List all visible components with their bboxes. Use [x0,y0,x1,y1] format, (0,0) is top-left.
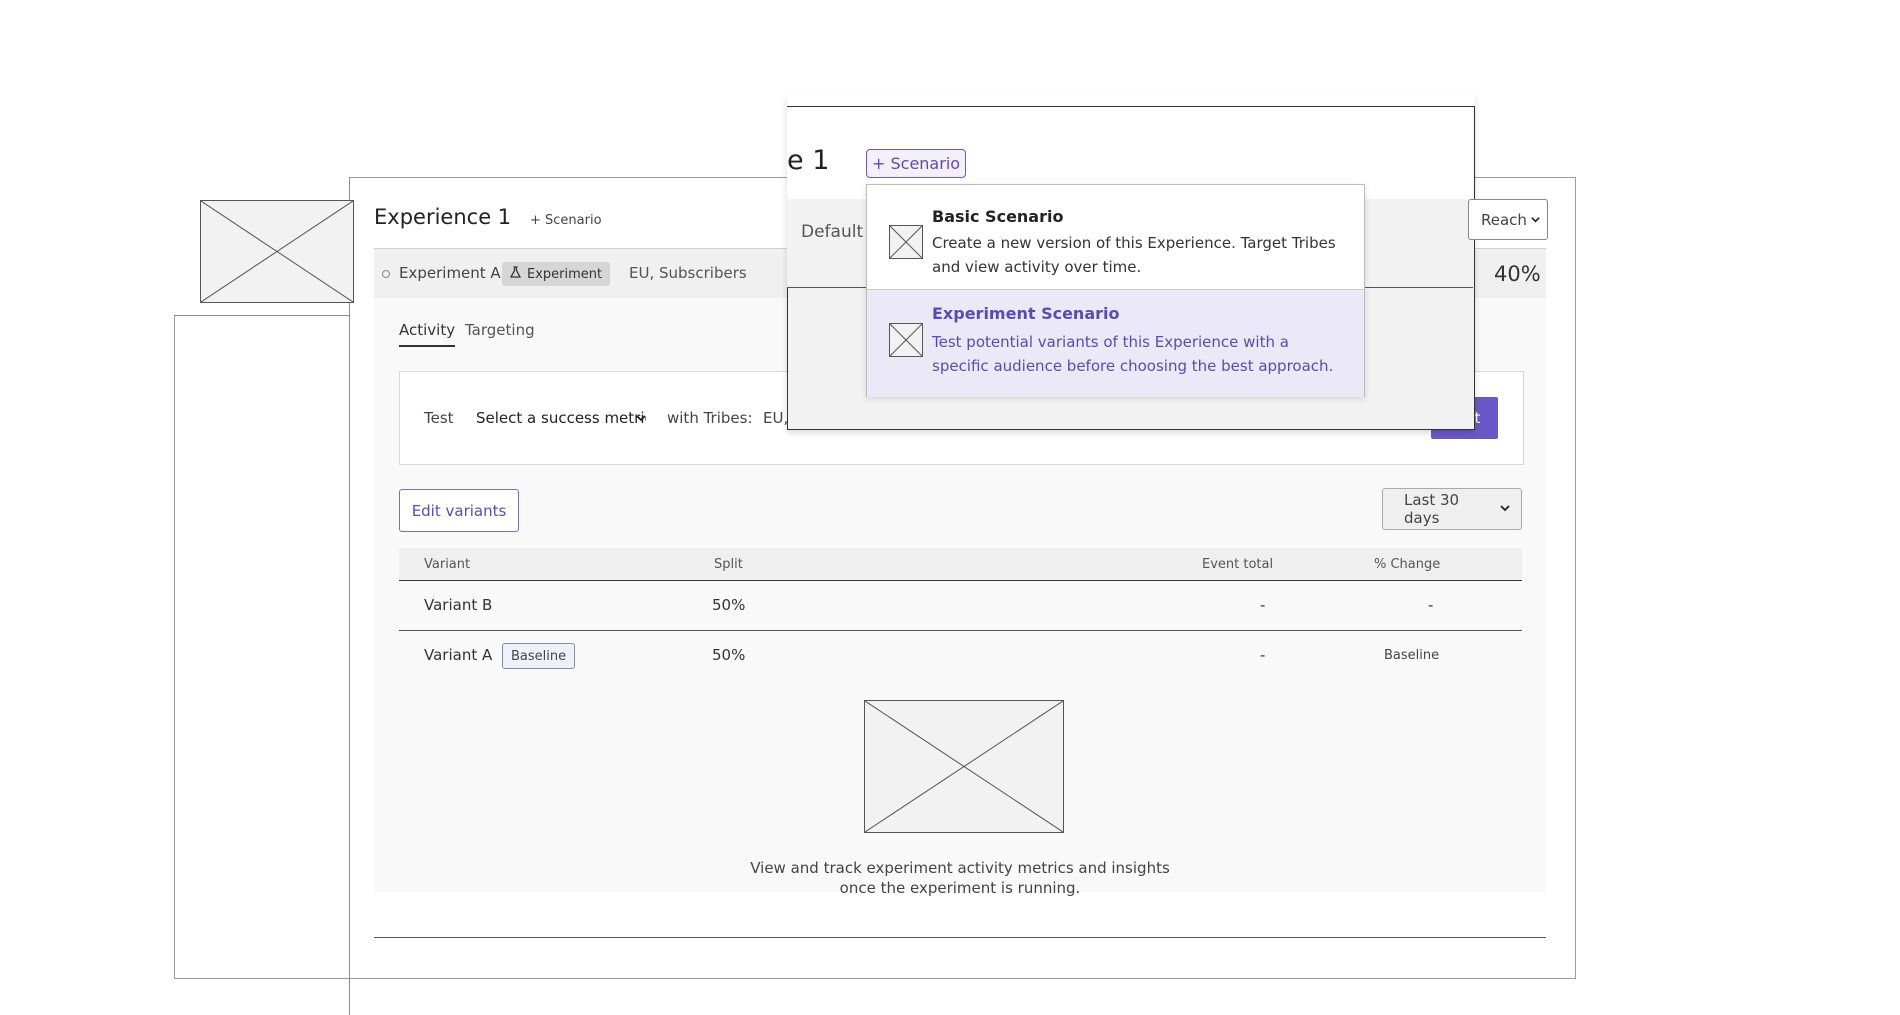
experience-thumbnail-image [200,200,354,303]
popup-experience-title: e 1 [787,145,830,176]
experiment-badge-label: Experiment [527,266,603,282]
reach-percent: 40% [1494,262,1541,286]
variant-split: 50% [712,646,746,664]
success-metric-value: Select a success metric [476,409,646,427]
add-scenario-link[interactable]: + Scenario [530,213,602,228]
menu-item-experiment-scenario[interactable]: Experiment Scenario Test potential varia… [867,289,1364,397]
menu-item-basic-scenario[interactable]: Basic Scenario Create a new version of t… [867,185,1364,289]
divider [374,937,1546,938]
add-scenario-button[interactable]: + Scenario [866,149,967,178]
table-header [399,548,1522,581]
date-range-select[interactable]: Last 30 days [1382,488,1522,530]
divider [349,315,350,1015]
menu-item-description: Create a new version of this Experience.… [932,234,1336,276]
variant-name: Variant A [424,646,493,664]
empty-state-image [864,700,1064,833]
menu-item-title: Basic Scenario [932,207,1064,226]
success-metric-select[interactable]: Select a success metric [476,409,646,427]
variant-event-total: - [1260,646,1266,664]
chevron-down-icon [1530,211,1541,229]
chevron-down-icon [1499,500,1511,518]
row-divider [399,630,1522,631]
experience-title: Experience 1 [374,205,512,229]
test-label: Test [424,409,454,427]
column-header-split: Split [714,557,743,572]
image-placeholder-icon [889,323,923,357]
tribes-value: EU, [763,409,789,427]
popup-title-bar [787,94,1475,107]
chevron-down-icon[interactable] [635,409,647,428]
scenario-menu: Basic Scenario Create a new version of t… [866,184,1365,397]
menu-item-title: Experiment Scenario [932,304,1120,323]
flask-icon [509,266,522,282]
experiment-badge: Experiment [502,262,611,286]
baseline-badge: Baseline [502,643,576,669]
experiment-tribes: EU, Subscribers [629,264,747,282]
variant-change: Baseline [1384,648,1440,663]
variant-name: Variant B [424,596,493,614]
column-header-variant: Variant [424,557,471,572]
variant-event-total: - [1260,596,1266,614]
image-placeholder-icon [889,225,923,259]
empty-state-message: View and track experiment activity metri… [750,859,1170,897]
reach-select[interactable]: Reach [1468,199,1548,240]
column-header-event-total: Event total [1202,557,1274,572]
date-range-value: Last 30 days [1404,491,1460,527]
experiment-name: Experiment A [399,264,501,282]
with-tribes-label: with Tribes: [667,409,753,427]
reach-select-value: Reach [1481,210,1527,229]
edit-variants-button[interactable]: Edit variants [399,489,519,532]
default-scenario-label[interactable]: Default [801,222,863,242]
column-header-change: % Change [1374,557,1441,572]
tab-activity[interactable]: Activity [399,321,456,347]
menu-item-description: Test potential variants of this Experien… [932,333,1334,375]
variant-split: 50% [712,596,746,614]
circle-icon [382,270,390,278]
variant-change: - [1428,596,1434,614]
tab-targeting[interactable]: Targeting [465,321,535,345]
